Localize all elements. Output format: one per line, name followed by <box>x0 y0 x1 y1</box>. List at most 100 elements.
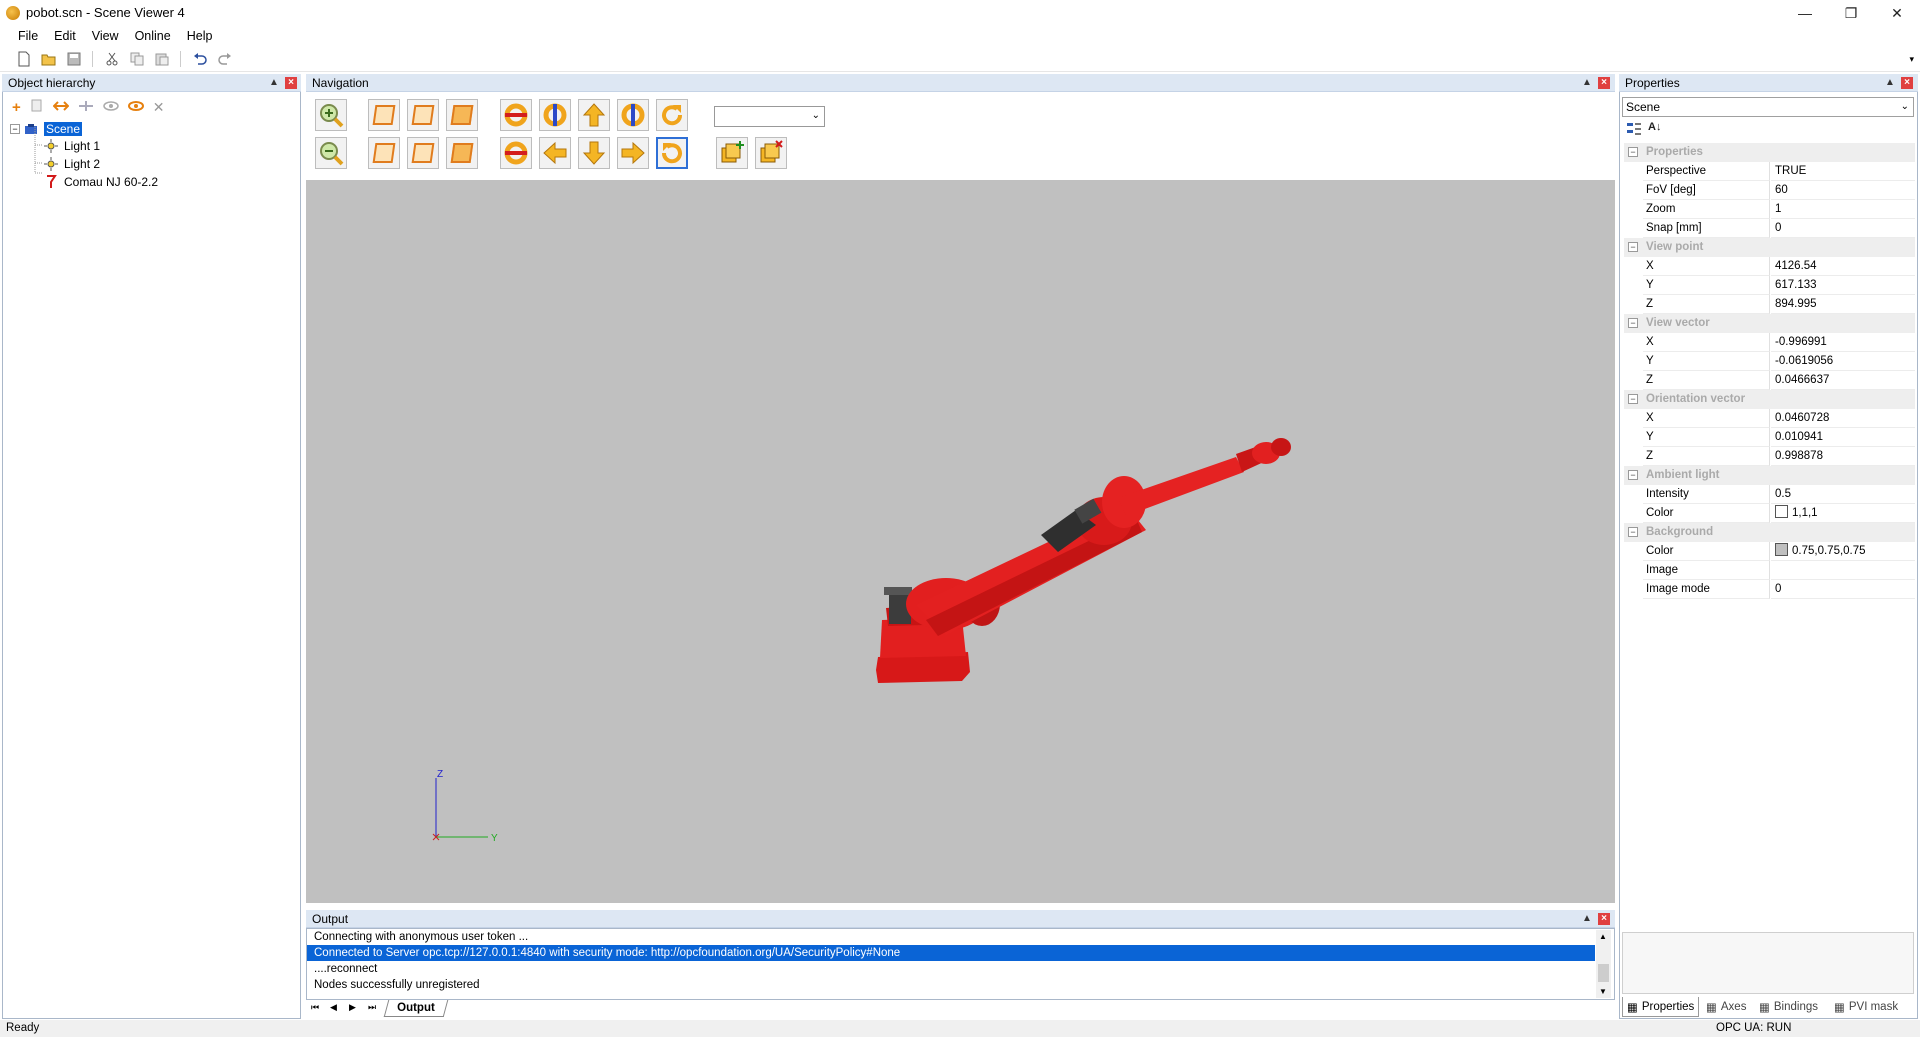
property-value[interactable]: 60 <box>1771 181 1915 200</box>
property-value[interactable]: 0.998878 <box>1771 447 1915 466</box>
property-value[interactable]: 1,1,1 <box>1771 504 1915 523</box>
property-category[interactable]: − Properties <box>1624 143 1915 162</box>
last-tab-icon[interactable]: ⏭ <box>368 1002 376 1013</box>
view-preset-select[interactable]: ⌄ <box>714 106 825 127</box>
collapse-icon[interactable]: − <box>1628 394 1638 404</box>
view-back-button[interactable] <box>368 137 400 169</box>
scroll-up-icon[interactable]: ▲ <box>1599 932 1607 941</box>
property-row[interactable]: Intensity 0.5 <box>1624 485 1915 504</box>
paste-icon[interactable] <box>152 49 171 68</box>
property-row[interactable]: Zoom 1 <box>1624 200 1915 219</box>
property-row[interactable]: Image mode 0 <box>1624 580 1915 599</box>
output-line[interactable]: ....reconnect <box>307 961 1595 977</box>
close-window-button[interactable]: ✕ <box>1874 0 1920 26</box>
object-select[interactable]: Scene ⌄ <box>1622 97 1914 117</box>
property-value[interactable]: 0 <box>1771 580 1915 599</box>
rotate-ccw-button[interactable] <box>656 137 688 169</box>
collapse-icon[interactable]: − <box>1628 470 1638 480</box>
property-category[interactable]: − View vector <box>1624 314 1915 333</box>
collapse-icon[interactable]: − <box>1628 318 1638 328</box>
view-front-button[interactable] <box>368 99 400 131</box>
close-panel-icon[interactable]: × <box>1598 913 1610 925</box>
property-row[interactable]: X 0.0460728 <box>1624 409 1915 428</box>
cut-icon[interactable] <box>102 49 121 68</box>
tab-output[interactable]: Output <box>383 1000 448 1017</box>
tree-item-scene[interactable]: − Scene <box>10 120 83 137</box>
pan-right-button[interactable] <box>617 137 649 169</box>
property-row[interactable]: Z 0.998878 <box>1624 447 1915 466</box>
property-value[interactable]: 617.133 <box>1771 276 1915 295</box>
rotate-cw-button[interactable] <box>656 99 688 131</box>
split-icon[interactable] <box>78 100 94 115</box>
menu-online[interactable]: Online <box>127 29 179 43</box>
move-icon[interactable] <box>52 100 70 115</box>
property-category[interactable]: − View point <box>1624 238 1915 257</box>
view-top-button[interactable] <box>446 137 478 169</box>
property-value[interactable]: 0 <box>1771 219 1915 238</box>
categorized-icon[interactable] <box>1626 121 1642 140</box>
redo-icon[interactable] <box>215 49 234 68</box>
menu-help[interactable]: Help <box>179 29 221 43</box>
zoom-in-button[interactable] <box>315 99 347 131</box>
property-value[interactable]: 894.995 <box>1771 295 1915 314</box>
new-file-icon[interactable] <box>14 49 33 68</box>
property-value[interactable]: -0.0619056 <box>1771 352 1915 371</box>
prev-tab-icon[interactable]: ◀ <box>330 1002 337 1013</box>
menu-view[interactable]: View <box>84 29 127 43</box>
visibility-toggle-icon[interactable] <box>127 100 144 115</box>
tab-pvi-mask[interactable]: ▦ PVI mask <box>1830 997 1902 1017</box>
pan-down-button[interactable] <box>578 137 610 169</box>
close-panel-icon[interactable]: × <box>1598 77 1610 89</box>
pin-icon[interactable]: ▲ <box>1581 77 1593 89</box>
output-scrollbar[interactable]: ▲ ▼ <box>1596 930 1611 998</box>
open-folder-icon[interactable] <box>39 49 58 68</box>
property-row[interactable]: Y 0.010941 <box>1624 428 1915 447</box>
sort-alphabetical-icon[interactable]: A↓ <box>1648 121 1661 133</box>
add-view-button[interactable] <box>716 137 748 169</box>
scroll-thumb[interactable] <box>1598 964 1609 982</box>
collapse-icon[interactable]: − <box>1628 147 1638 157</box>
property-row[interactable]: Z 894.995 <box>1624 295 1915 314</box>
zoom-out-button[interactable] <box>315 137 347 169</box>
view-side-button[interactable] <box>407 99 439 131</box>
property-row[interactable]: Y -0.0619056 <box>1624 352 1915 371</box>
property-value[interactable]: 0.0466637 <box>1771 371 1915 390</box>
property-row[interactable]: Perspective TRUE <box>1624 162 1915 181</box>
next-tab-icon[interactable]: ▶ <box>349 1002 356 1013</box>
toolbar-overflow-icon[interactable]: ▾ <box>1909 54 1914 65</box>
property-value[interactable] <box>1771 561 1915 580</box>
view-iso-button[interactable] <box>446 99 478 131</box>
property-row[interactable]: Snap [mm] 0 <box>1624 219 1915 238</box>
rotate-vertical-button[interactable] <box>539 99 571 131</box>
property-row[interactable]: Y 617.133 <box>1624 276 1915 295</box>
add-icon[interactable]: + <box>12 99 21 116</box>
output-line[interactable]: Connected to Server opc.tcp://127.0.0.1:… <box>307 945 1595 961</box>
property-value[interactable]: 4126.54 <box>1771 257 1915 276</box>
property-category[interactable]: − Orientation vector <box>1624 390 1915 409</box>
collapse-icon[interactable]: − <box>1628 527 1638 537</box>
pan-left-button[interactable] <box>539 137 571 169</box>
property-row[interactable]: Image <box>1624 561 1915 580</box>
output-line[interactable]: Nodes successfully unregistered <box>307 977 1595 993</box>
pin-icon[interactable]: ▲ <box>1581 913 1593 925</box>
property-category[interactable]: − Background <box>1624 523 1915 542</box>
rotate-axis-button[interactable] <box>617 99 649 131</box>
view-bottom-button[interactable] <box>407 137 439 169</box>
menu-edit[interactable]: Edit <box>46 29 84 43</box>
delete-icon[interactable]: ✕ <box>153 99 165 116</box>
property-row[interactable]: Z 0.0466637 <box>1624 371 1915 390</box>
maximize-button[interactable]: ❐ <box>1828 0 1874 26</box>
save-icon[interactable] <box>64 49 83 68</box>
scroll-down-icon[interactable]: ▼ <box>1599 987 1607 996</box>
pin-icon[interactable]: ▲ <box>268 77 280 89</box>
property-value[interactable]: -0.996991 <box>1771 333 1915 352</box>
property-row[interactable]: Color 1,1,1 <box>1624 504 1915 523</box>
close-panel-icon[interactable]: × <box>1901 77 1913 89</box>
menu-file[interactable]: File <box>10 29 46 43</box>
property-value[interactable]: 0.5 <box>1771 485 1915 504</box>
property-category[interactable]: − Ambient light <box>1624 466 1915 485</box>
minimize-button[interactable]: — <box>1782 0 1828 26</box>
first-tab-icon[interactable]: ⏮ <box>311 1002 319 1013</box>
tree-item-light-2[interactable]: Light 2 <box>44 155 100 172</box>
pan-up-button[interactable] <box>578 99 610 131</box>
